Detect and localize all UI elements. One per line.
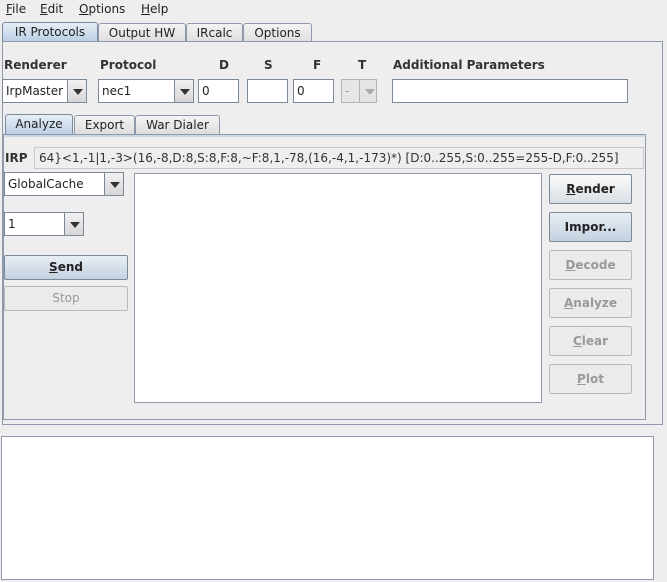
additional-parameters-input[interactable]	[392, 79, 628, 103]
send-button[interactable]: Send	[4, 255, 128, 280]
tab-export[interactable]: Export	[74, 115, 135, 135]
tab-highlight	[5, 135, 644, 137]
tab-options[interactable]: Options	[243, 23, 312, 43]
plot-mnemonic: P	[577, 372, 586, 386]
decode-mnemonic: D	[565, 258, 576, 272]
s-label: S	[264, 58, 273, 72]
menu-edit-label: dit	[47, 2, 64, 16]
chevron-down-icon[interactable]	[104, 173, 123, 195]
additional-parameters-label: Additional Parameters	[393, 58, 545, 72]
t-select: -	[341, 79, 377, 103]
irp-field[interactable]: 64}<1,-1|1,-3>(16,-8,D:8,S:8,F:8,~F:8,1,…	[34, 147, 644, 169]
hardware-select[interactable]: GlobalCache	[4, 172, 124, 196]
menu-file-label: ile	[12, 2, 27, 16]
hardware-value: GlobalCache	[8, 177, 84, 191]
tab-ircalc[interactable]: IRcalc	[186, 23, 243, 43]
plot-label: lot	[585, 372, 604, 386]
stop-button: Stop	[4, 286, 128, 311]
decode-button: Decode	[549, 250, 632, 280]
tab-war-dialer[interactable]: War Dialer	[135, 115, 220, 135]
clear-mnemonic: C	[572, 334, 582, 348]
menu-bar: File Edit Options Help	[0, 0, 667, 20]
renderer-label: Renderer	[4, 58, 67, 72]
render-button[interactable]: Render	[549, 174, 632, 204]
send-label: end	[57, 260, 83, 274]
count-select[interactable]: 1	[4, 212, 84, 236]
chevron-down-icon[interactable]	[67, 80, 86, 102]
irp-value: 64}<1,-1|1,-3>(16,-8,D:8,S:8,F:8,~F:8,1,…	[39, 151, 619, 165]
tab-ir-protocols[interactable]: IR Protocols	[2, 22, 98, 42]
clear-label: lear	[581, 334, 609, 348]
analyze-label: nalyze	[573, 296, 617, 310]
f-input[interactable]: 0	[293, 79, 334, 103]
menu-edit-mnemonic: E	[40, 2, 48, 16]
tab-analyze[interactable]: Analyze	[5, 114, 73, 135]
menu-help-label: elp	[150, 2, 169, 16]
renderer-select[interactable]: IrpMaster	[2, 79, 87, 103]
chevron-down-icon	[359, 80, 376, 102]
decode-label: ecode	[575, 258, 616, 272]
protocol-label: Protocol	[100, 58, 157, 72]
t-label: T	[358, 58, 367, 72]
menu-options-label: ptions	[88, 2, 126, 16]
analyze-button: Analyze	[549, 288, 632, 318]
irp-label: IRP	[5, 151, 28, 165]
tab-output-hw[interactable]: Output HW	[98, 23, 186, 43]
count-value: 1	[8, 217, 16, 231]
renderer-value: IrpMaster	[6, 84, 64, 98]
menu-help[interactable]: Help	[141, 2, 168, 16]
plot-button: Plot	[549, 364, 632, 394]
d-label: D	[219, 58, 229, 72]
send-mnemonic: S	[49, 260, 58, 274]
d-input[interactable]: 0	[198, 79, 239, 103]
protocol-value: nec1	[102, 84, 132, 98]
f-label: F	[313, 58, 322, 72]
chevron-down-icon[interactable]	[174, 80, 193, 102]
protocol-select[interactable]: nec1	[98, 79, 194, 103]
t-value: -	[345, 84, 350, 98]
chevron-down-icon[interactable]	[64, 213, 83, 235]
menu-file[interactable]: File	[6, 2, 26, 16]
console-text-area[interactable]	[1, 436, 654, 580]
clear-button: Clear	[549, 326, 632, 356]
render-label: ender	[575, 182, 615, 196]
analyze-mnemonic: A	[564, 296, 574, 310]
analyze-text-area[interactable]	[134, 173, 542, 403]
import-button[interactable]: Impor...	[549, 212, 632, 242]
menu-help-mnemonic: H	[141, 2, 151, 16]
s-input[interactable]	[247, 79, 288, 103]
menu-options[interactable]: Options	[79, 2, 125, 16]
menu-edit[interactable]: Edit	[40, 2, 63, 16]
